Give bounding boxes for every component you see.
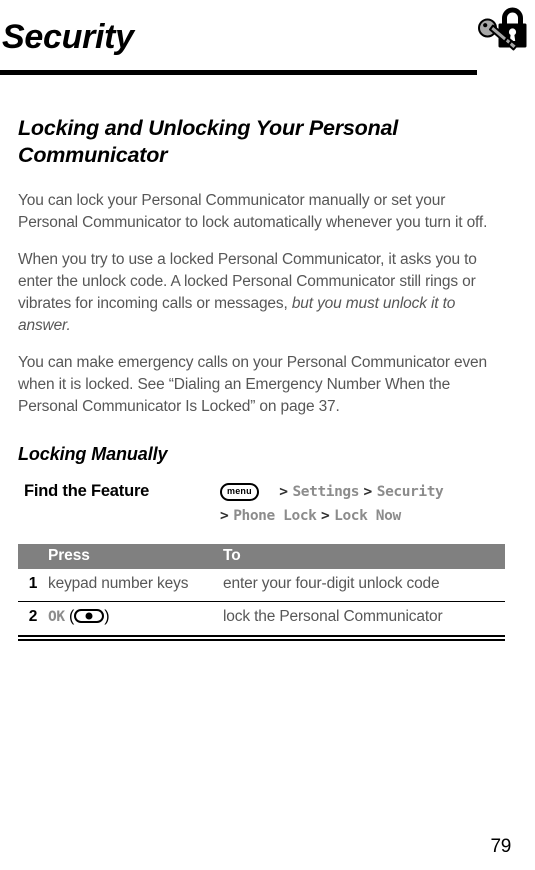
- step-result: enter your four-digit unlock code: [223, 575, 440, 593]
- page-content: Locking and Unlocking Your Personal Comm…: [0, 115, 535, 527]
- table-bottom-rule-thick: [18, 638, 505, 642]
- sub-heading-locking-manually: Locking Manually: [18, 444, 168, 465]
- table-row: 1 keypad number keys enter your four-dig…: [18, 569, 505, 602]
- path-item-security[interactable]: Security: [377, 484, 444, 500]
- ok-key-label: OK: [48, 609, 65, 626]
- step-number: 2: [18, 601, 48, 636]
- table-bottom-rule-thin: [18, 635, 505, 637]
- steps-table-wrapper: Press To 1 keypad number keys enter your…: [0, 544, 535, 642]
- table-row: 2 OK () lock the Personal Communicator: [18, 601, 505, 636]
- find-the-feature-label: Find the Feature: [24, 481, 150, 500]
- page-title: Security: [2, 18, 134, 56]
- document-page: Security Locking and Unlocking Your Pers…: [0, 0, 535, 870]
- path-separator: >: [363, 483, 373, 500]
- menu-path-line-1: menu > Settings > Security: [220, 481, 505, 504]
- path-item-settings[interactable]: Settings: [292, 484, 359, 500]
- steps-table: Press To 1 keypad number keys enter your…: [18, 544, 505, 636]
- column-header-number: [18, 544, 48, 570]
- path-item-phone-lock[interactable]: Phone Lock: [233, 508, 317, 524]
- chapter-header: Security: [0, 0, 535, 82]
- steps-table-head: Press To: [18, 544, 505, 570]
- column-header-to: To: [223, 544, 505, 570]
- steps-table-header-row: Press To: [18, 544, 505, 570]
- step-number: 1: [28, 575, 38, 593]
- paragraph-emergency-calls: You can make emergency calls on your Per…: [18, 354, 487, 416]
- page-number: 79: [490, 836, 511, 857]
- paren-close: ): [104, 608, 110, 626]
- step-result: lock the Personal Communicator: [223, 601, 505, 636]
- section-heading: Locking and Unlocking Your Personal Comm…: [18, 116, 399, 167]
- paragraph-locking-overview: You can lock your Personal Communicator …: [18, 192, 488, 232]
- path-separator: >: [279, 483, 288, 500]
- ok-key-icon[interactable]: [74, 609, 105, 624]
- find-the-feature-path: menu > Settings > Security > Phone Lock …: [220, 480, 505, 527]
- menu-key-icon[interactable]: menu: [220, 482, 259, 501]
- step-press-action: OK (): [48, 601, 223, 636]
- path-item-lock-now[interactable]: Lock Now: [334, 508, 401, 524]
- step-press-action: keypad number keys: [48, 575, 189, 593]
- steps-table-body: 1 keypad number keys enter your four-dig…: [18, 569, 505, 636]
- path-separator: >: [320, 507, 330, 524]
- menu-path-line-2: > Phone Lock > Lock Now: [220, 505, 505, 528]
- find-the-feature-row: Find the Feature menu > Settings > Secur…: [18, 480, 505, 527]
- padlock-key-icon: [478, 7, 527, 51]
- column-header-press: Press: [48, 544, 223, 570]
- header-rule: [0, 70, 477, 75]
- paragraph-locked-behavior: When you try to use a locked Personal Co…: [18, 249, 505, 337]
- path-separator: >: [220, 507, 229, 524]
